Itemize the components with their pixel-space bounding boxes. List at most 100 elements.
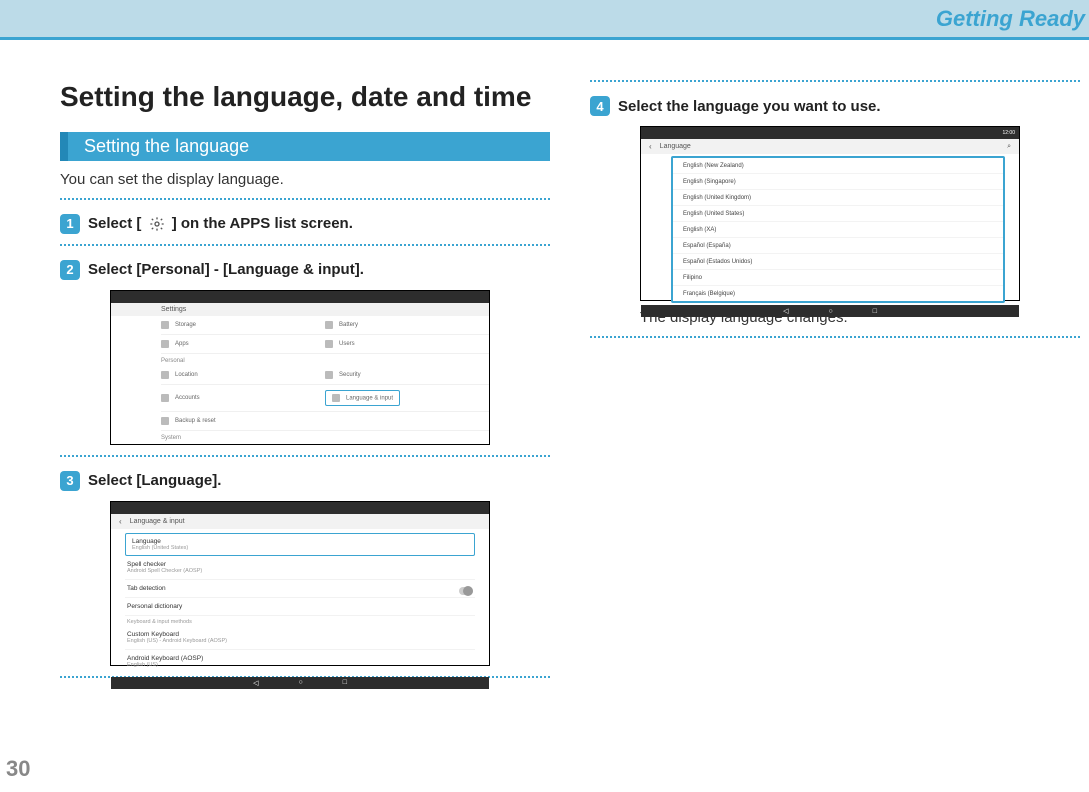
label: Battery xyxy=(339,322,358,328)
back-icon[interactable]: ‹ xyxy=(649,142,652,151)
label: Location xyxy=(175,372,198,378)
section-title: Setting the language, date and time xyxy=(60,80,550,114)
step-1: 1 Select [ ] on the APPS list screen. xyxy=(60,214,550,234)
page-content: Setting the language, date and time Sett… xyxy=(0,40,1089,692)
label: Security xyxy=(339,372,361,378)
category-personal: Personal xyxy=(161,354,489,366)
back-icon[interactable]: ‹ xyxy=(119,517,122,526)
ss-status-bar xyxy=(111,291,489,303)
apps-icon xyxy=(161,340,169,348)
step-text: Select the language you want to use. xyxy=(618,98,881,115)
language-option[interactable]: Español (España) xyxy=(673,238,1003,254)
ss-status-bar: 12:00 xyxy=(641,127,1019,139)
intro-text: You can set the display language. xyxy=(60,171,550,188)
row-subtitle: Keyboard & input methods xyxy=(127,619,473,625)
row-spell-checker[interactable]: Spell checker Android Spell Checker (AOS… xyxy=(125,556,475,580)
step1-pre: Select [ xyxy=(88,215,141,232)
category-system: System xyxy=(161,431,489,443)
separator xyxy=(590,336,1080,338)
ss-status-bar xyxy=(111,502,489,514)
row-title: Spell checker xyxy=(127,561,473,568)
settings-row-location[interactable]: Location xyxy=(161,366,325,385)
page-number: 30 xyxy=(6,756,30,782)
row-title: Tab detection xyxy=(127,585,473,592)
language-option[interactable]: English (New Zealand) xyxy=(673,158,1003,174)
ss-nav-bar: ◁ ○ □ xyxy=(111,677,489,689)
language-list-highlight: English (New Zealand) English (Singapore… xyxy=(671,156,1005,303)
language-option[interactable]: Français (Belgique) xyxy=(673,286,1003,301)
label: Accounts xyxy=(175,395,200,401)
label: Storage xyxy=(175,322,196,328)
separator xyxy=(60,244,550,246)
row-subtitle: Android Spell Checker (AOSP) xyxy=(127,568,473,574)
language-option[interactable]: Español (Estados Unidos) xyxy=(673,254,1003,270)
globe-icon xyxy=(332,394,340,402)
nav-home-icon[interactable]: ○ xyxy=(298,679,302,686)
status-time: 12:00 xyxy=(1002,130,1015,136)
separator xyxy=(590,80,1080,82)
row-tab-detection[interactable]: Tab detection xyxy=(125,580,475,598)
step-badge: 3 xyxy=(60,471,80,491)
row-personal-dictionary[interactable]: Personal dictionary xyxy=(125,598,475,616)
settings-row-security[interactable]: Security xyxy=(325,366,489,385)
language-option[interactable]: English (XA) xyxy=(673,222,1003,238)
settings-row-users[interactable]: Users xyxy=(325,335,489,354)
nav-back-icon[interactable]: ◁ xyxy=(783,307,788,315)
step-text: Select [ ] on the APPS list screen. xyxy=(88,215,353,233)
step1-post: ] on the APPS list screen. xyxy=(172,215,353,232)
settings-row-language-input[interactable]: Language & input xyxy=(325,385,489,412)
search-icon[interactable]: ⌕ xyxy=(1007,143,1011,151)
step-badge: 2 xyxy=(60,260,80,280)
subsection-header: Setting the language xyxy=(60,132,550,161)
ss-title: Language & input xyxy=(130,518,185,525)
row-subtitle: English (US) - Android Keyboard (AOSP) xyxy=(127,638,473,644)
settings-row-accounts[interactable]: Accounts xyxy=(161,385,325,412)
language-option[interactable]: English (United States) xyxy=(673,206,1003,222)
backup-icon xyxy=(161,417,169,425)
label: Backup & reset xyxy=(175,418,216,424)
screenshot-settings: Settings Storage Battery Apps Users Pers… xyxy=(110,290,490,445)
row-title: Personal dictionary xyxy=(127,603,473,610)
settings-row-storage[interactable]: Storage xyxy=(161,316,325,335)
label: Users xyxy=(339,341,355,347)
row-subtitle: English (United States) xyxy=(132,545,468,551)
highlight-box: Language & input xyxy=(325,390,400,406)
security-icon xyxy=(325,371,333,379)
settings-row-backup[interactable]: Backup & reset xyxy=(161,412,489,431)
row-subtitle: English (US) xyxy=(127,662,473,668)
screenshot-language-list: 12:00 ‹ Language ⌕ English (New Zealand)… xyxy=(640,126,1020,301)
accounts-icon xyxy=(161,394,169,402)
ss-list: Language English (United States) Spell c… xyxy=(111,529,489,677)
row-language[interactable]: Language English (United States) xyxy=(125,533,475,556)
step-4: 4 Select the language you want to use. xyxy=(590,96,1080,116)
nav-back-icon[interactable]: ◁ xyxy=(253,679,258,687)
page-header-bar: Getting Ready xyxy=(0,0,1089,40)
row-custom-keyboard[interactable]: Custom Keyboard English (US) - Android K… xyxy=(125,626,475,650)
step-badge: 4 xyxy=(590,96,610,116)
label: Language & input xyxy=(346,395,393,401)
ss-nav-bar: ◁ ○ □ xyxy=(641,305,1019,317)
settings-row-apps[interactable]: Apps xyxy=(161,335,325,354)
row-title: Custom Keyboard xyxy=(127,631,473,638)
step-badge: 1 xyxy=(60,214,80,234)
ss-header: ‹ Language ⌕ xyxy=(641,139,1019,154)
ss-title: Settings xyxy=(111,303,489,316)
toggle-switch[interactable] xyxy=(459,587,473,595)
step-text: Select [Personal] - [Language & input]. xyxy=(88,261,364,278)
separator xyxy=(60,455,550,457)
language-option[interactable]: Filipino xyxy=(673,270,1003,286)
ss-settings-grid: Storage Battery Apps Users Personal Loca… xyxy=(111,316,489,443)
location-icon xyxy=(161,371,169,379)
left-column: Setting the language, date and time Sett… xyxy=(60,80,550,692)
screenshot-language-input: ‹ Language & input Language English (Uni… xyxy=(110,501,490,666)
settings-row-battery[interactable]: Battery xyxy=(325,316,489,335)
language-option[interactable]: English (United Kingdom) xyxy=(673,190,1003,206)
nav-recent-icon[interactable]: □ xyxy=(873,308,877,315)
nav-home-icon[interactable]: ○ xyxy=(828,308,832,315)
ss-header: ‹ Language & input xyxy=(111,514,489,529)
step-text: Select [Language]. xyxy=(88,472,221,489)
storage-icon xyxy=(161,321,169,329)
nav-recent-icon[interactable]: □ xyxy=(343,679,347,686)
row-android-keyboard[interactable]: Android Keyboard (AOSP) English (US) xyxy=(125,650,475,673)
language-option[interactable]: English (Singapore) xyxy=(673,174,1003,190)
